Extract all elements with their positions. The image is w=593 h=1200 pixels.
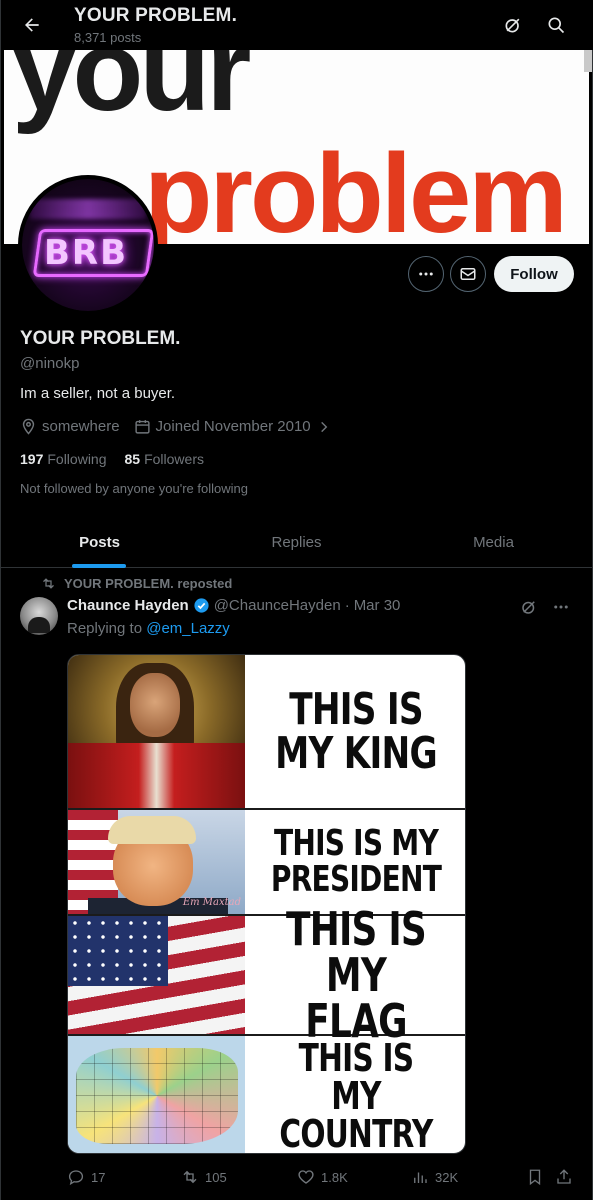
profile-tabs: Posts Replies Media [1,516,593,568]
profile-bio: Im a seller, not a buyer. [20,385,176,402]
meme-watermark: Em Maxtad [182,897,241,908]
profile-meta: somewhere Joined November 2010 [20,418,336,435]
tab-replies[interactable]: Replies [198,516,395,568]
follow-stats: 197 Following 85 Followers [20,451,204,467]
grok-icon [522,601,535,614]
bookmark-icon [526,1168,544,1186]
grok-icon [505,18,520,33]
meme-caption-flag: THIS IS MY FLAG [286,902,427,1048]
location-icon [20,418,37,435]
meme-row-king: THIS IS MY KING [68,655,465,810]
mail-icon [460,268,476,280]
post-header: Chaunce Hayden @ChaunceHayden · Mar 30 [67,597,400,614]
reply-button[interactable]: 17 [67,1160,105,1194]
heart-icon [297,1168,315,1186]
replying-to: Replying to @em_Lazzy [67,620,230,637]
tab-media[interactable]: Media [395,516,592,568]
american-flag [68,916,245,1034]
post-author-handle[interactable]: @ChaunceHayden [214,597,341,614]
repost-icon [181,1168,199,1186]
repost-button[interactable]: 105 [181,1160,227,1194]
grok-post-button[interactable] [520,598,538,616]
more-icon [554,605,568,609]
profile-name: YOUR PROBLEM. [20,328,181,349]
repost-indicator: YOUR PROBLEM. reposted [41,576,232,591]
post-author-name[interactable]: Chaunce Hayden [67,597,189,614]
grok-button[interactable] [498,10,528,40]
not-followed-note: Not followed by anyone you're following [20,481,248,496]
views-button[interactable]: 32K [411,1160,458,1194]
replying-to-link[interactable]: @em_Lazzy [146,620,230,637]
post-author-avatar[interactable] [20,597,58,635]
post-actions: 17 105 1.8K 32K [67,1160,577,1194]
profile-handle: @ninokp [20,355,80,372]
following-link[interactable]: 197 Following [20,451,107,467]
back-button[interactable] [15,8,49,42]
reply-icon [67,1168,85,1186]
views-bar-chart-icon [411,1168,429,1186]
avatar-neon-text: BRB [44,233,129,273]
reply-count: 17 [91,1169,106,1185]
follow-button[interactable]: Follow [494,256,574,292]
search-button[interactable] [541,10,571,40]
followers-link[interactable]: 85 Followers [125,451,204,467]
meme-row-flag: THIS IS MY FLAG [68,902,465,1048]
post-separator: · [344,597,350,614]
scrollbar-thumb[interactable] [584,50,592,72]
top-bar: YOUR PROBLEM. 8,371 posts [1,0,593,50]
trump-photo: Em Maxtad [68,810,245,914]
meme-row-president: Em Maxtad THIS IS MY PRESIDENT [68,810,465,916]
like-count: 1.8K [321,1169,348,1185]
jesus-portrait [68,655,245,808]
header-post-count: 8,371 posts [74,30,142,45]
avatar-neon-light [30,199,146,219]
share-button[interactable] [555,1160,579,1194]
post-top-actions [520,598,570,616]
tab-posts[interactable]: Posts [1,516,198,568]
profile-avatar[interactable]: BRB [18,175,158,315]
replying-prefix: Replying to [67,620,147,637]
profile-page: YOUR PROBLEM. 8,371 posts your problem B… [0,0,593,1200]
banner-text-line2: problem [144,131,568,245]
repost-icon [41,576,56,591]
post-date[interactable]: Mar 30 [354,597,401,614]
bookmark-button[interactable] [526,1160,550,1194]
views-count: 32K [435,1169,459,1185]
share-icon [555,1168,573,1186]
repost-count: 105 [205,1169,227,1185]
like-button[interactable]: 1.8K [297,1160,348,1194]
followers-count: 85 [124,451,141,467]
meme-row-country: THIS IS MY COUNTRY [68,1035,465,1154]
calendar-icon [134,418,151,435]
post-more-button[interactable] [552,598,570,616]
active-tab-indicator [72,564,126,568]
more-options-button[interactable] [408,256,444,292]
chevron-right-icon[interactable] [317,420,331,434]
arrow-left-icon [25,18,39,32]
meme-caption-president: THIS IS MY PRESIDENT [270,823,442,900]
followers-label: Followers [144,451,204,467]
banner-text-line1: your [12,50,251,135]
meme-caption-country: THIS IS MY COUNTRY [279,1035,433,1154]
repost-text[interactable]: YOUR PROBLEM. reposted [64,576,232,591]
profile-location: somewhere [42,418,120,435]
following-label: Following [47,451,107,467]
meme-caption-king: THIS IS MY KING [275,683,438,779]
more-icon [419,272,433,276]
message-button[interactable] [450,256,486,292]
post-image[interactable]: THIS IS MY KING Em Maxtad THIS IS MY PRE… [67,654,466,1154]
verified-badge-icon[interactable] [193,597,210,614]
profile-joined: Joined November 2010 [155,418,311,435]
search-icon [548,17,565,34]
usa-map [68,1036,245,1153]
header-title: YOUR PROBLEM. [74,5,238,26]
following-count: 197 [20,451,44,467]
